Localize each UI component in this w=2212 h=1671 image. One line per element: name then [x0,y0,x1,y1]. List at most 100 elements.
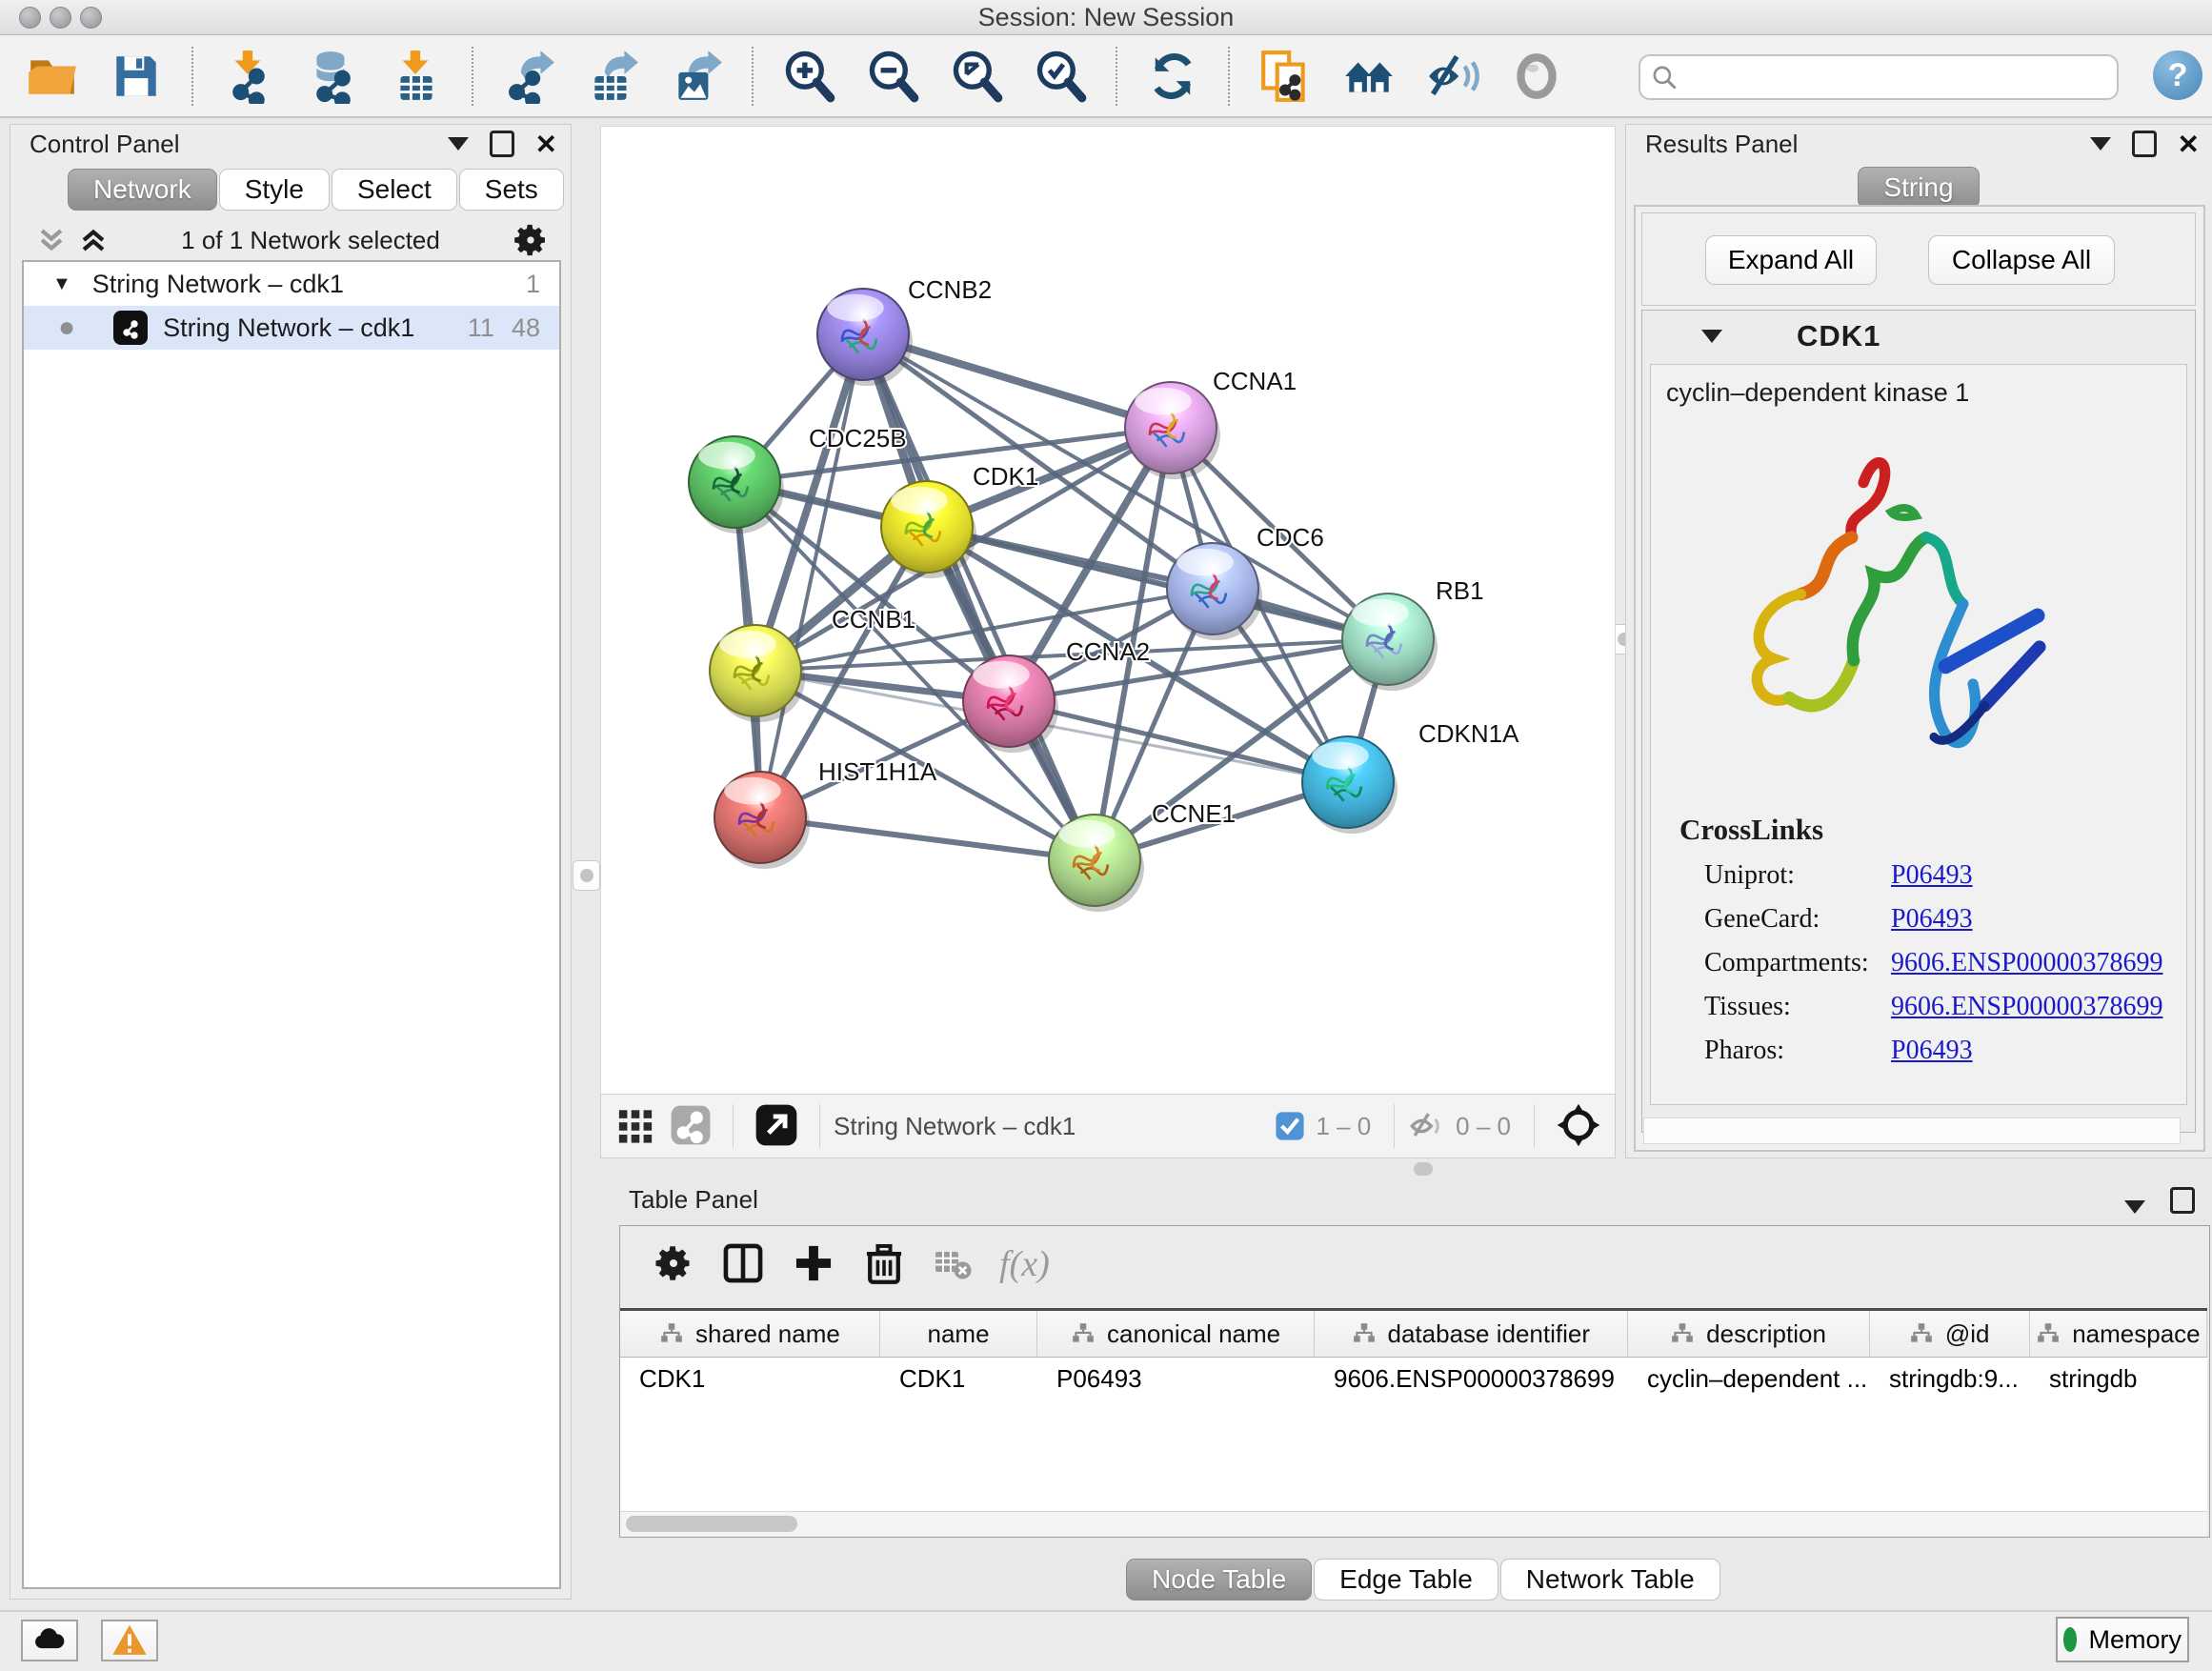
zoom-in-icon[interactable] [781,49,836,104]
network-thumbnail-icon[interactable] [670,1104,712,1149]
tab-string[interactable]: String [1858,167,1979,209]
cell-name[interactable]: CDK1 [880,1358,1037,1399]
crosslink-row: GeneCard:P06493 [1679,904,2162,948]
cloud-status-icon[interactable] [21,1620,78,1661]
panel-close-icon[interactable]: ✕ [2178,129,2200,160]
crosslink-label: GeneCard: [1704,904,1891,948]
export-network-icon[interactable] [501,49,556,104]
table-hscrollbar-track[interactable] [620,1511,2207,1537]
create-column-plus-icon[interactable] [792,1241,835,1288]
selected-checkbox-icon[interactable] [1274,1110,1306,1142]
cell-canonicalname[interactable]: P06493 [1037,1358,1315,1399]
search-input[interactable] [1679,59,2117,95]
network-collection-row[interactable]: ▼ String Network – cdk1 1 [24,262,559,306]
import-network-database-icon[interactable] [305,49,360,104]
function-builder-icon[interactable]: f(x) [999,1243,1050,1285]
tab-select[interactable]: Select [332,169,457,211]
table-options-gear-icon[interactable] [653,1242,694,1287]
tab-node-table[interactable]: Node Table [1126,1559,1312,1601]
cell-description[interactable]: cyclin–dependent ... [1628,1358,1870,1399]
column-header-id[interactable]: @id [1870,1311,2030,1357]
column-header-databaseidentifier[interactable]: database identifier [1315,1311,1628,1357]
expand-all-button[interactable]: Expand All [1705,235,1877,285]
cell-id[interactable]: stringdb:9... [1870,1358,2030,1399]
panel-menu-icon[interactable] [2090,137,2111,151]
panel-float-icon[interactable] [2132,131,2157,157]
expand-all-icon[interactable] [77,224,110,256]
export-image-icon[interactable] [669,49,724,104]
tab-style[interactable]: Style [219,169,330,211]
zoom-out-icon[interactable] [865,49,920,104]
node-RB1[interactable]: RB1 [1342,576,1484,691]
open-session-icon[interactable] [25,49,80,104]
hide-unhide-icon[interactable] [1425,49,1480,104]
panel-menu-icon[interactable] [2124,1200,2145,1214]
crosslink-link[interactable]: P06493 [1891,860,1973,904]
collapse-all-icon[interactable] [35,224,68,256]
table-empty-area [620,1399,2207,1512]
zoom-fit-icon[interactable] [949,49,1004,104]
edge-CCNB2-HIST1H1A[interactable] [760,334,863,817]
string-network-graph[interactable]: CCNB2CCNA1CDC25BCDK1CDC6RB1CCNB1CCNA2CDK… [601,127,1615,1095]
memory-button[interactable]: Memory [2056,1617,2189,1662]
fit-content-crosshair-icon[interactable] [1556,1102,1601,1151]
node-CCNA1[interactable]: CCNA1 [1125,367,1297,479]
panel-float-icon[interactable] [490,131,514,157]
gene-symbol: CDK1 [1797,319,1880,353]
save-session-icon[interactable] [109,49,164,104]
bottom-splitter-handle[interactable] [1414,1162,1433,1176]
cell-namespace[interactable]: stringdb [2030,1358,2207,1399]
network-row-selected[interactable]: ● String Network – cdk1 11 48 [24,306,559,350]
delete-table-icon[interactable] [933,1243,973,1286]
collapse-all-button[interactable]: Collapse All [1928,235,2115,285]
tree-expander-icon[interactable]: ▼ [52,273,71,295]
panel-menu-icon[interactable] [448,137,469,151]
crosslink-link[interactable]: 9606.ENSP00000378699 [1891,948,2162,992]
grid-view-icon[interactable] [616,1106,654,1147]
control-panel-tabs: NetworkStyleSelectSets [68,169,571,211]
eye-icon[interactable] [1509,49,1564,104]
delete-column-trash-icon[interactable] [862,1241,906,1288]
crosslink-link[interactable]: P06493 [1891,1036,1973,1079]
network-view-canvas[interactable]: CCNB2CCNA1CDC25BCDK1CDC6RB1CCNB1CCNA2CDK… [600,126,1616,1096]
home-networks-icon[interactable] [1341,49,1397,104]
crosslink-link[interactable]: P06493 [1891,904,1973,948]
import-table-file-icon[interactable] [389,49,444,104]
gear-icon[interactable] [512,221,550,259]
column-header-namespace[interactable]: namespace [2030,1311,2207,1357]
refresh-icon[interactable] [1145,49,1200,104]
warning-icon[interactable] [101,1620,158,1661]
tab-network[interactable]: Network [68,169,217,211]
column-header-canonicalname[interactable]: canonical name [1037,1311,1315,1357]
import-network-file-icon[interactable] [221,49,276,104]
zoom-selected-icon[interactable] [1033,49,1088,104]
tab-sets[interactable]: Sets [459,169,564,211]
node-CDC6[interactable]: CDC6 [1167,523,1324,640]
node-CDKN1A[interactable]: CDKN1A [1302,719,1519,834]
panel-close-icon[interactable]: ✕ [535,129,557,160]
hidden-eye-icon[interactable] [1408,1107,1446,1145]
search-box [1639,54,2119,100]
column-header-sharedname[interactable]: shared name [620,1311,880,1357]
toolbar-separator [1116,47,1117,106]
crosslink-link[interactable]: 9606.ENSP00000378699 [1891,992,2162,1036]
collapse-gene-icon[interactable] [1701,330,1722,343]
birds-eye-view-icon[interactable] [754,1103,798,1150]
left-splitter-handle[interactable] [573,860,600,891]
string-document-icon[interactable] [1257,49,1313,104]
help-button[interactable]: ? [2153,50,2202,100]
column-header-name[interactable]: name [880,1311,1037,1357]
cell-sharedname[interactable]: CDK1 [620,1358,880,1399]
tab-network-table[interactable]: Network Table [1500,1559,1720,1601]
tab-edge-table[interactable]: Edge Table [1314,1559,1498,1601]
results-scrollbar-track[interactable] [1643,1117,2181,1144]
edge-HIST1H1A-CCNE1[interactable] [760,817,1095,860]
export-table-icon[interactable] [585,49,640,104]
column-header-description[interactable]: description [1628,1311,1870,1357]
node-HIST1H1A[interactable]: HIST1H1A [714,757,937,869]
table-row[interactable]: CDK1CDK1P064939606.ENSP00000378699cyclin… [620,1358,2207,1399]
show-columns-icon[interactable] [721,1241,765,1288]
panel-float-icon[interactable] [2170,1187,2195,1214]
cell-databaseidentifier[interactable]: 9606.ENSP00000378699 [1315,1358,1628,1399]
table-hscrollbar-thumb[interactable] [626,1516,797,1532]
